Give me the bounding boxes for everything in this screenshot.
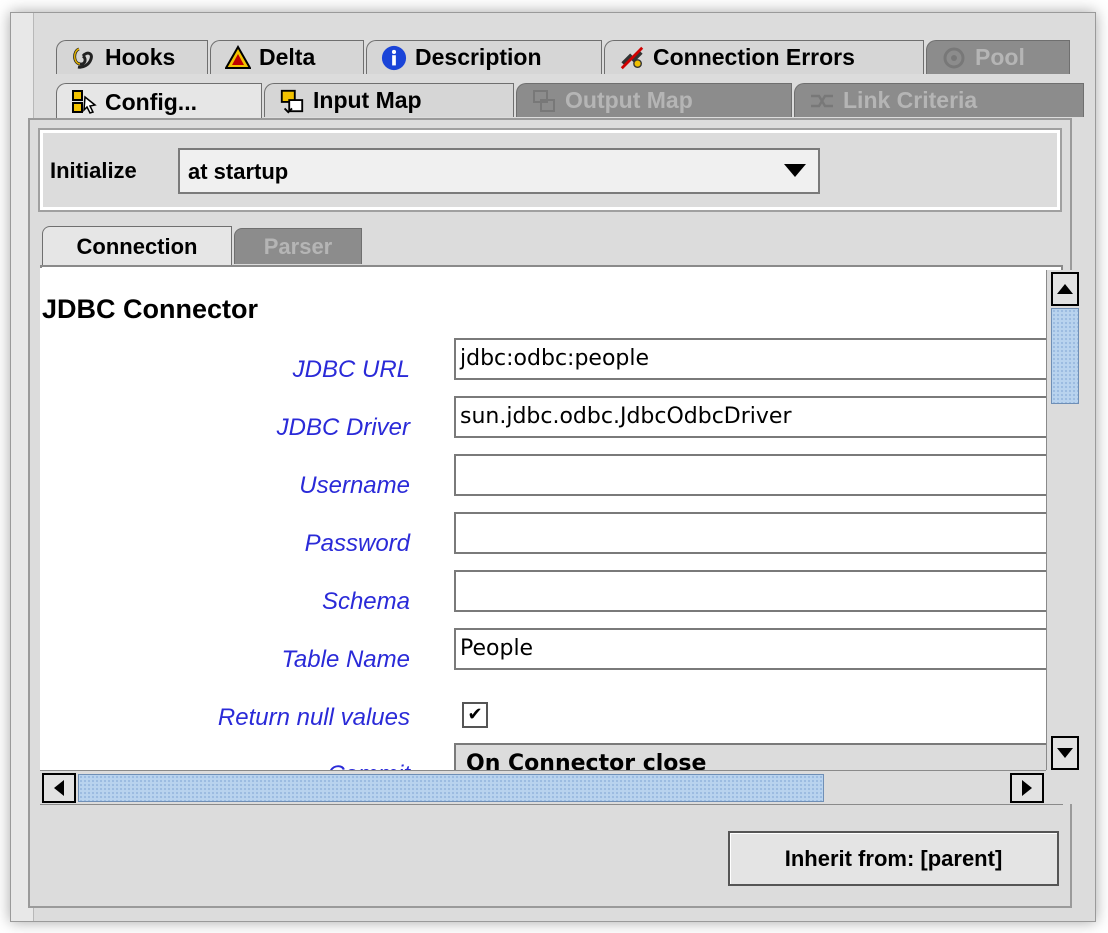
field-label-commit: Commit (40, 761, 410, 770)
subtab-label: Parser (263, 233, 333, 259)
tab-label: Config... (105, 88, 197, 115)
vertical-scroll-thumb[interactable] (1051, 308, 1079, 404)
initialize-label: Initialize (50, 158, 137, 183)
info-icon (381, 45, 407, 71)
connector-title: JDBC Connector (42, 294, 259, 324)
pool-icon (941, 45, 967, 71)
horizontal-scroll-thumb[interactable] (78, 774, 824, 802)
commit-value: On Connector close (466, 751, 707, 770)
scroll-down-button[interactable] (1051, 736, 1079, 770)
jdbc-driver-field[interactable]: sun.jdbc.odbc.JdbcOdbcDriver (454, 396, 1046, 438)
field-label-username: Username (299, 472, 410, 499)
inherit-from-button[interactable]: Inherit from: [parent] (728, 831, 1059, 886)
tab-label: Hooks (105, 44, 176, 70)
hook-icon (71, 45, 97, 71)
initialize-value: at startup (188, 159, 289, 184)
horizontal-scrollbar[interactable] (40, 770, 1046, 804)
jdbc-url-field[interactable]: jdbc:odbc:people (454, 338, 1046, 380)
field-label-jdbc-driver: JDBC Driver (276, 414, 410, 441)
tab-label: Output Map (565, 87, 693, 113)
subtab-label: Connection (76, 233, 198, 259)
vertical-scrollbar[interactable] (1046, 270, 1080, 770)
commit-dropdown[interactable]: On Connector close (454, 743, 1046, 770)
schema-field[interactable] (454, 570, 1046, 612)
tab-label: Connection Errors (653, 44, 855, 70)
field-label-schema: Schema (321, 588, 410, 615)
field-label-table-name: Table Name (281, 646, 410, 673)
tab-label: Delta (259, 44, 316, 70)
tab-delta[interactable]: Delta (210, 40, 364, 74)
tab-config[interactable]: Config... (56, 83, 262, 120)
table-name-field[interactable]: People (454, 628, 1046, 670)
field-label-jdbc-url: JDBC URL (292, 356, 410, 383)
output-map-icon (531, 88, 557, 114)
scroll-corner (1046, 770, 1080, 804)
tab-label: Link Criteria (843, 87, 978, 113)
delta-warning-icon (225, 44, 251, 71)
arrow-right-icon (1022, 780, 1032, 796)
subtab-parser[interactable]: Parser (234, 228, 362, 264)
tab-link-criteria[interactable]: Link Criteria (794, 83, 1084, 117)
arrow-down-icon (1057, 748, 1073, 758)
scroll-right-button[interactable] (1010, 773, 1044, 803)
tab-description[interactable]: Description (366, 40, 602, 74)
link-criteria-icon (809, 88, 835, 114)
initialize-dropdown[interactable]: at startup (178, 148, 820, 194)
password-field[interactable] (454, 512, 1046, 554)
tab-output-map[interactable]: Output Map (516, 83, 792, 117)
config-icon (71, 89, 97, 115)
tab-label: Description (415, 44, 542, 70)
tab-label: Pool (975, 44, 1025, 70)
tab-pool[interactable]: Pool (926, 40, 1070, 74)
tab-connection-errors[interactable]: Connection Errors (604, 40, 924, 74)
connection-error-icon (619, 45, 645, 71)
return-null-checkbox[interactable]: ✔ (462, 702, 488, 728)
tab-label: Input Map (313, 87, 422, 113)
arrow-left-icon (54, 780, 64, 796)
input-map-icon (279, 88, 305, 114)
username-field[interactable] (454, 454, 1046, 496)
chevron-down-icon (784, 164, 806, 177)
field-label-return-null: Return null values (217, 704, 410, 731)
connector-form: JDBC Connector JDBC URL jdbc:odbc:people… (40, 268, 1046, 770)
tab-hooks[interactable]: Hooks (56, 40, 208, 74)
scroll-up-button[interactable] (1051, 272, 1079, 306)
field-label-password: Password (304, 530, 410, 557)
scroll-left-button[interactable] (42, 773, 76, 803)
arrow-up-icon (1057, 284, 1073, 294)
tab-input-map[interactable]: Input Map (264, 83, 514, 117)
subtab-connection[interactable]: Connection (42, 226, 232, 266)
